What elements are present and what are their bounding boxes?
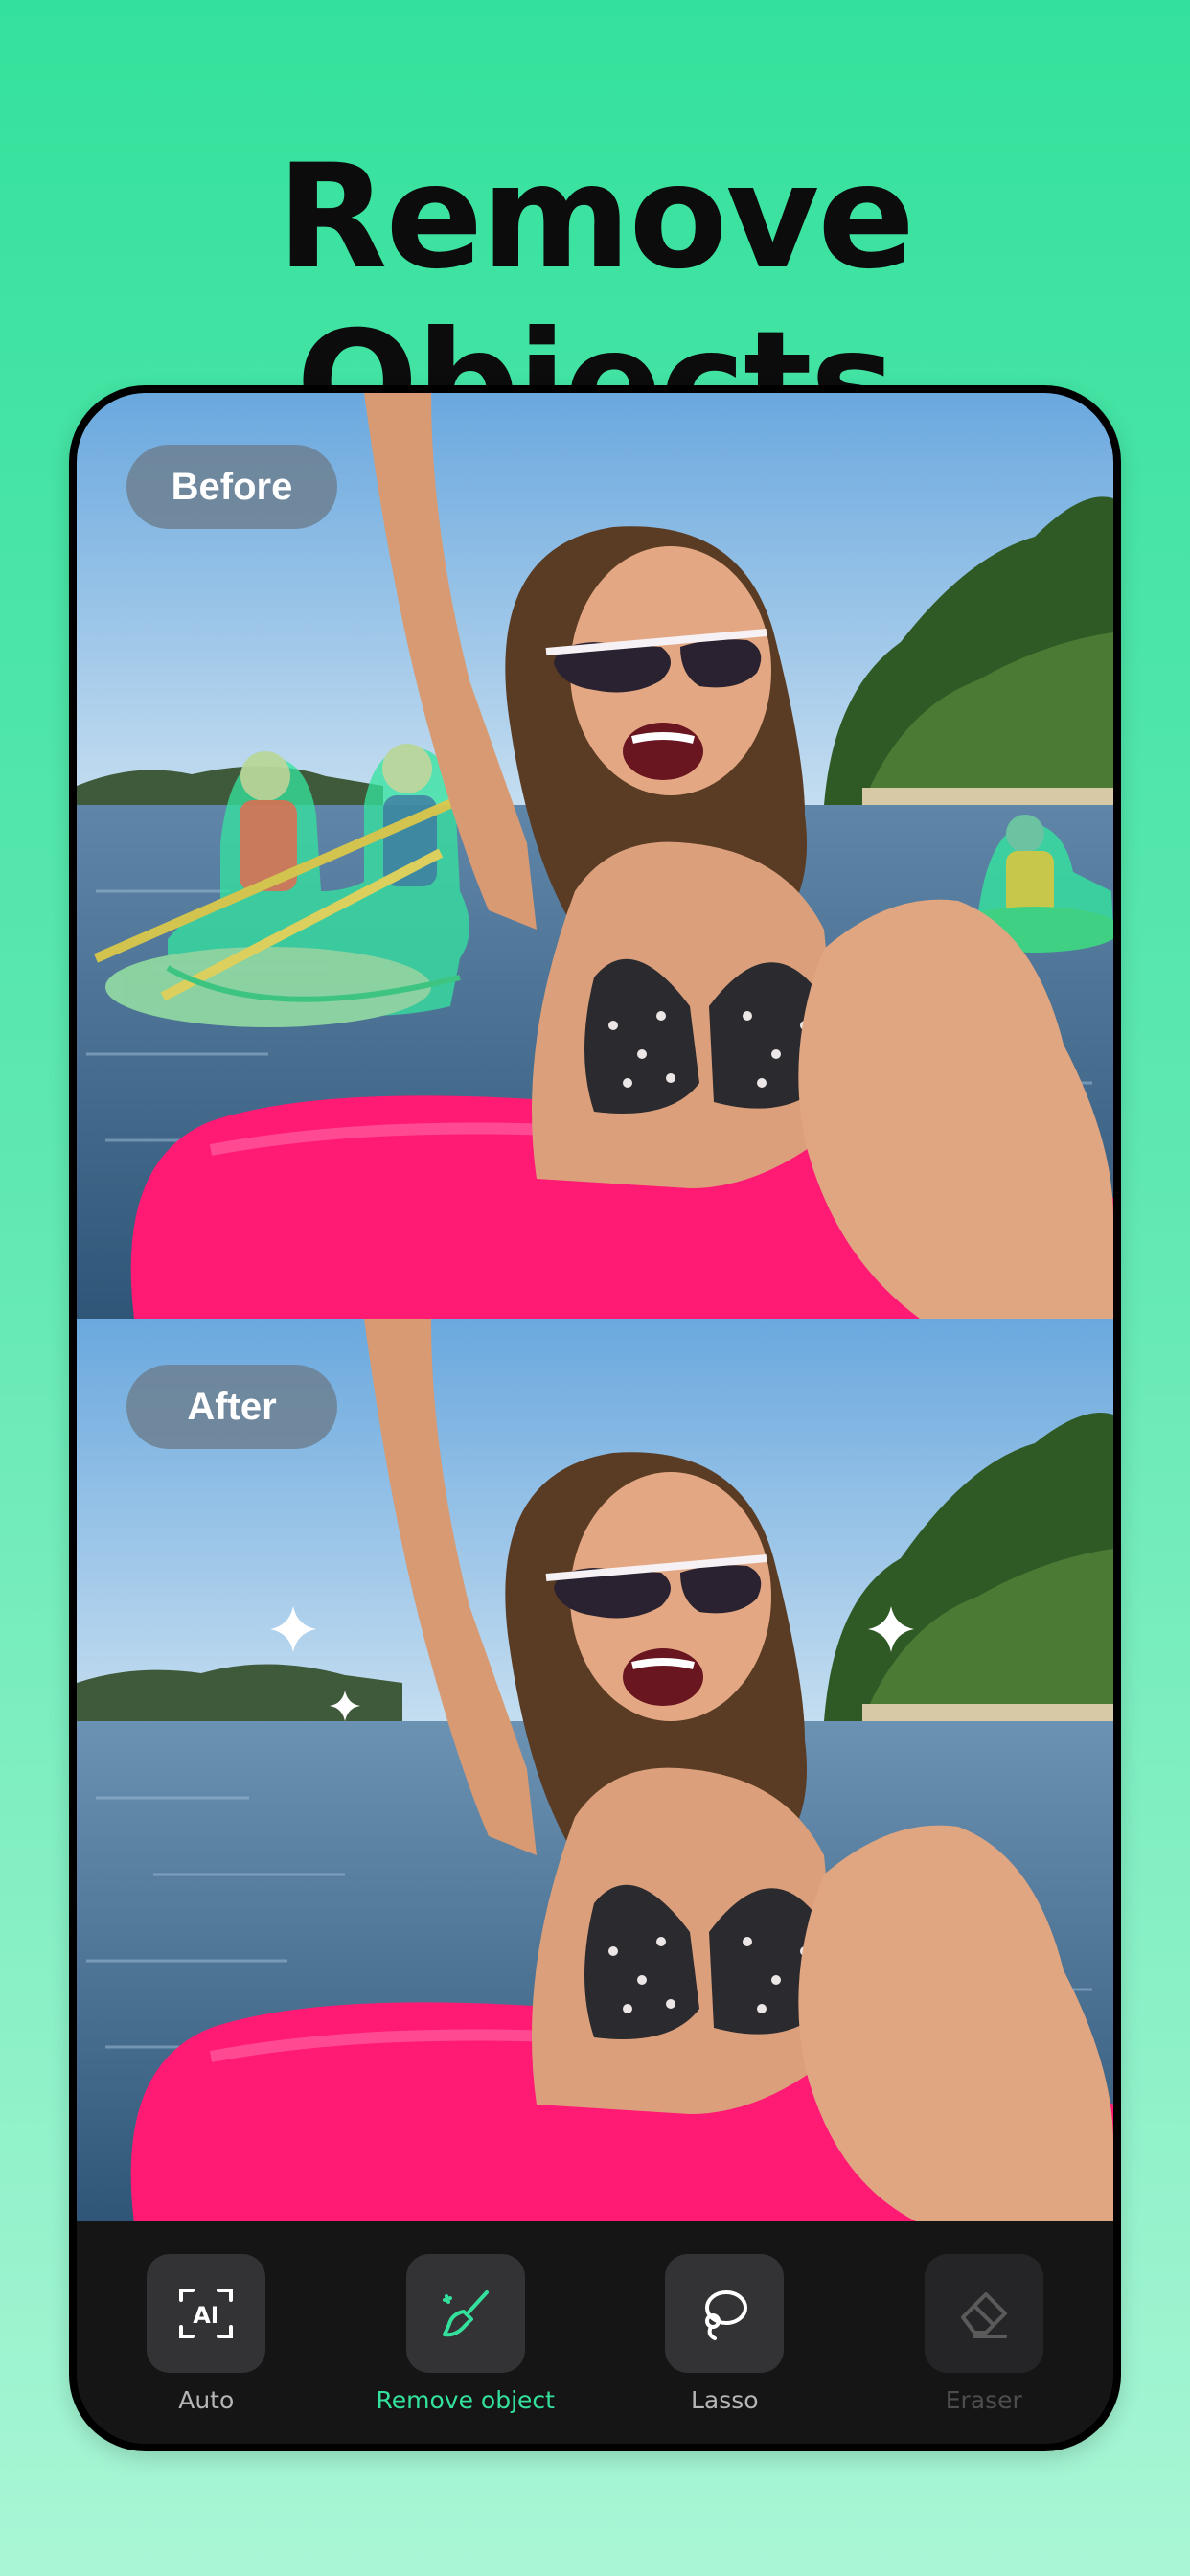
before-photo-image xyxy=(77,393,1113,1319)
tool-eraser[interactable]: Eraser xyxy=(888,2254,1080,2414)
tool-bar: AI Auto Remove object Lasso Eraser xyxy=(77,2221,1113,2444)
tool-eraser-button[interactable] xyxy=(924,2254,1043,2373)
lasso-icon xyxy=(705,2290,748,2340)
phone-screen: Before After AI Auto Remove object Lasso… xyxy=(77,393,1113,2444)
tool-lasso[interactable]: Lasso xyxy=(629,2254,820,2414)
phone-frame: Before After AI Auto Remove object Lasso… xyxy=(69,385,1121,2451)
tool-eraser-label: Eraser xyxy=(945,2386,1022,2414)
after-photo: After xyxy=(77,1319,1113,2223)
ai-auto-icon: AI xyxy=(179,2288,234,2338)
before-label: Before xyxy=(126,445,337,529)
brush-icon xyxy=(442,2290,489,2337)
tool-remove-object[interactable]: Remove object xyxy=(370,2254,561,2414)
tool-auto[interactable]: AI Auto xyxy=(110,2254,302,2414)
tool-remove-object-label: Remove object xyxy=(376,2386,555,2414)
tool-lasso-button[interactable] xyxy=(665,2254,785,2373)
before-photo: Before xyxy=(77,393,1113,1319)
after-photo-image xyxy=(77,1319,1113,2223)
tool-lasso-label: Lasso xyxy=(690,2386,759,2414)
tool-auto-button[interactable]: AI xyxy=(147,2254,266,2373)
after-label: After xyxy=(126,1365,337,1449)
eraser-icon xyxy=(960,2292,1007,2338)
tool-auto-label: Auto xyxy=(178,2386,235,2414)
svg-text:AI: AI xyxy=(193,2302,219,2329)
tool-remove-object-button[interactable] xyxy=(405,2254,525,2373)
